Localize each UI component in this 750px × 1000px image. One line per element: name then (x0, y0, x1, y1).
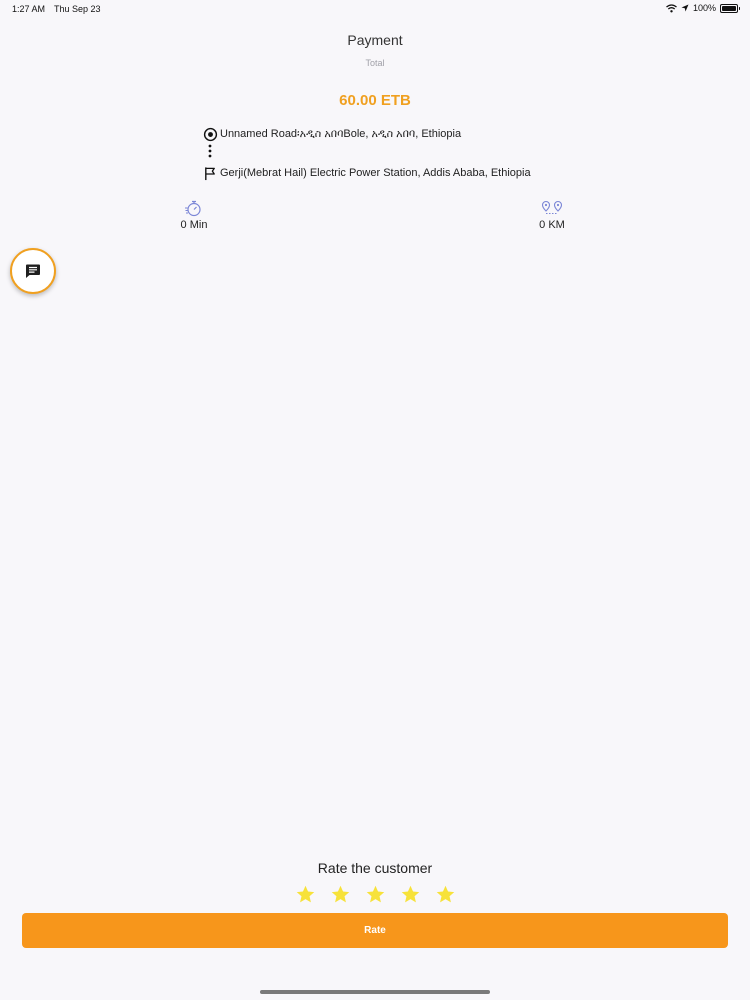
wifi-icon (666, 3, 677, 12)
chat-icon (26, 264, 40, 278)
star-icon[interactable] (365, 884, 386, 905)
radio-target-icon (203, 127, 218, 141)
rating-stars (0, 884, 750, 905)
stopwatch-icon (185, 200, 201, 217)
status-indicators: 100% (666, 3, 740, 13)
status-date: Thu Sep 23 (54, 4, 101, 14)
battery-icon (720, 3, 740, 13)
star-icon[interactable] (295, 884, 316, 905)
star-icon[interactable] (435, 884, 456, 905)
page-title: Payment (347, 32, 403, 48)
total-amount: 60.00 ETB (339, 92, 411, 109)
flag-icon (205, 166, 215, 180)
pickup-row: Unnamed Road፡አዲስ አበባBole, አዲስ አበባ, Ethio… (203, 126, 623, 142)
home-indicator[interactable] (260, 990, 490, 994)
route-dots-icon (208, 144, 212, 158)
chat-button[interactable] (10, 248, 56, 294)
location-arrow-icon (681, 4, 689, 12)
rate-button[interactable]: Rate (22, 913, 728, 948)
route-summary: Unnamed Road፡አዲስ አበባBole, አዲስ አበባ, Ethio… (203, 126, 623, 181)
duration-value: 0 Min (180, 219, 208, 231)
rate-title: Rate the customer (317, 860, 433, 876)
star-icon[interactable] (330, 884, 351, 905)
pickup-address: Unnamed Road፡አዲስ አበባBole, አዲስ አበባ, Ethio… (220, 127, 462, 140)
status-bar: 1:27 AM Thu Sep 23 100% (0, 0, 750, 18)
duration-stat: 0 Min (164, 200, 224, 231)
distance-stat: 0 KM (522, 200, 582, 231)
route-pins-icon (541, 200, 563, 214)
total-label: Total (365, 58, 385, 68)
distance-value: 0 KM (539, 219, 565, 231)
battery-percentage: 100% (692, 3, 716, 13)
status-time: 1:27 AM (12, 4, 46, 14)
dropoff-row: Gerji(Mebrat Hail) Electric Power Statio… (203, 165, 623, 181)
star-icon[interactable] (400, 884, 421, 905)
dropoff-address: Gerji(Mebrat Hail) Electric Power Statio… (220, 167, 531, 179)
